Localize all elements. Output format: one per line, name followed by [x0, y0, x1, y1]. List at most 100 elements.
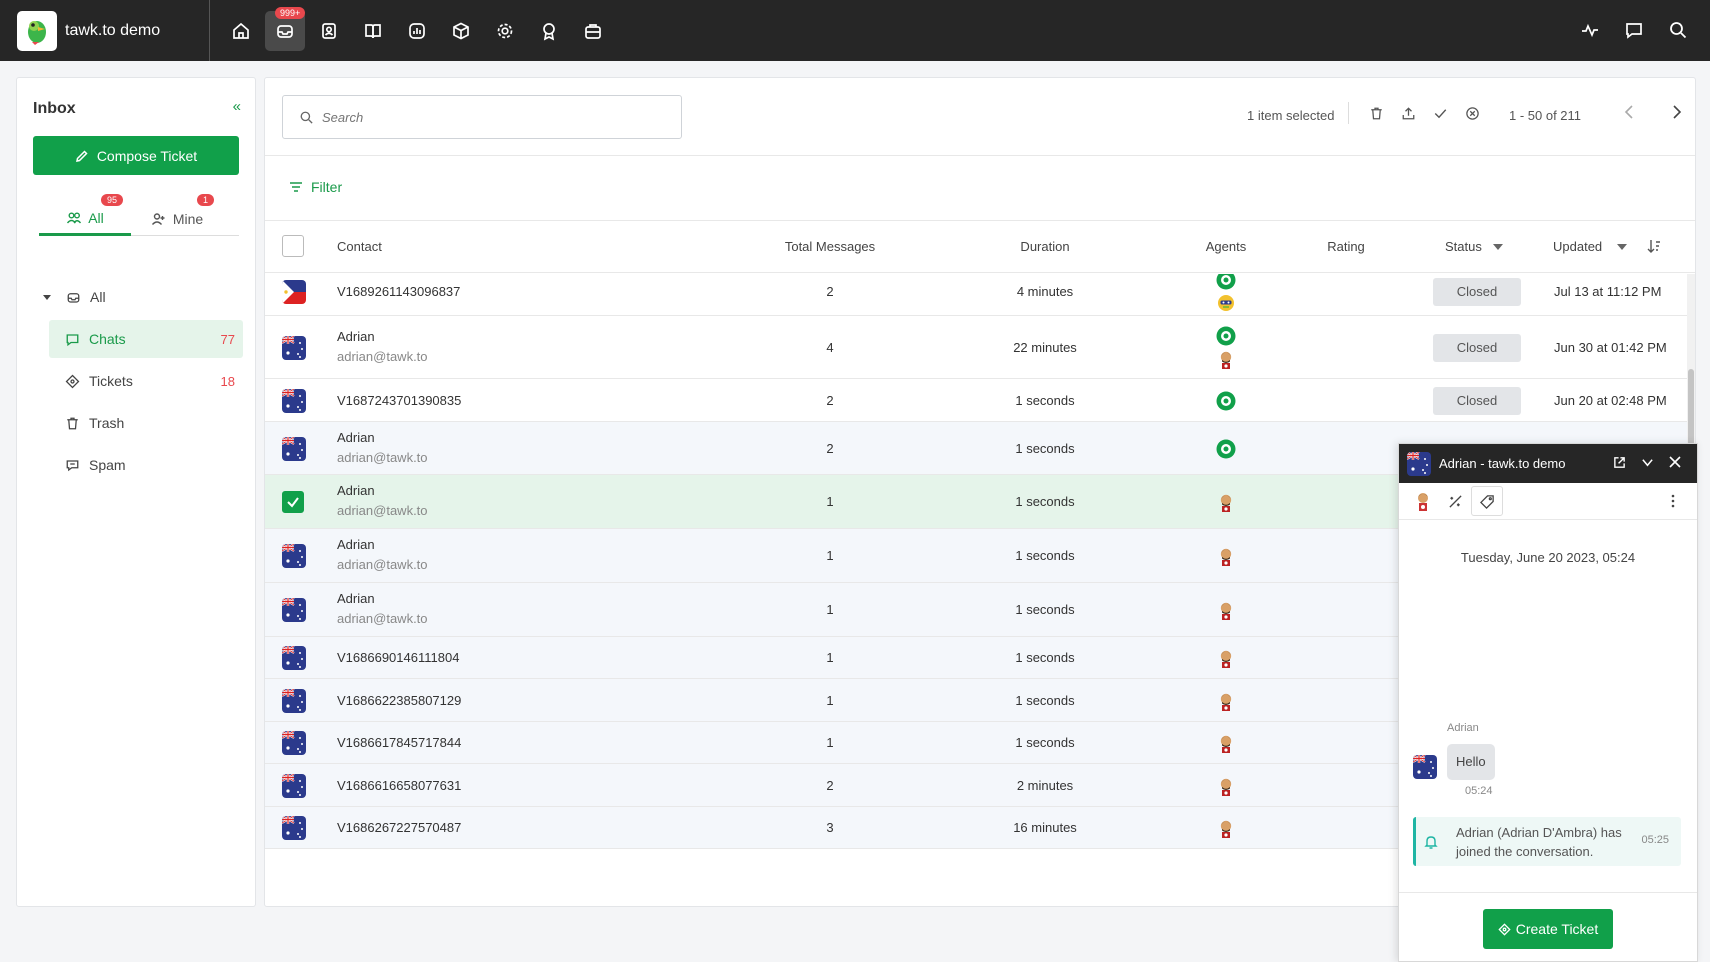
close-conversation-button[interactable] — [1456, 106, 1488, 121]
chevron-right-icon — [1673, 105, 1682, 119]
prev-page-button[interactable] — [1605, 104, 1653, 120]
system-message-text: Adrian (Adrian D'Ambra) has joined the c… — [1456, 825, 1622, 859]
column-rating[interactable]: Rating — [1327, 239, 1365, 254]
table-row[interactable]: Adrian adrian@tawk.to 4 22 minutes Closed Jun… — [265, 316, 1695, 379]
activity-button[interactable] — [1570, 10, 1610, 50]
contact-name: Adrian — [337, 429, 375, 445]
export-button[interactable] — [1392, 106, 1424, 121]
filter-button[interactable]: Filter — [289, 179, 342, 195]
nav-awards-button[interactable] — [529, 11, 569, 51]
toolbar-divider — [1348, 102, 1349, 124]
chat-window: Adrian - tawk.to demo Tuesday, June 20 2… — [1398, 443, 1698, 962]
divider — [265, 155, 1695, 156]
duration: 1 seconds — [1015, 440, 1075, 456]
total-messages: 2 — [826, 440, 834, 456]
nav-settings-button[interactable] — [485, 11, 525, 51]
nav-marketplace-button[interactable] — [573, 11, 613, 51]
agent-avatar-icon — [1216, 776, 1236, 796]
next-page-button[interactable] — [1653, 104, 1695, 120]
row-checkbox[interactable] — [282, 491, 304, 513]
search-icon — [1670, 22, 1687, 39]
agent-avatar-icon — [1216, 293, 1236, 313]
collapse-sidebar-icon[interactable]: « — [233, 98, 241, 115]
folder-all[interactable]: All — [33, 278, 243, 316]
mark-resolved-button[interactable] — [1424, 106, 1456, 121]
award-icon — [543, 22, 555, 41]
message-sender: Adrian — [1447, 722, 1479, 734]
assignment-tabs: All 95 Mine 1 — [39, 194, 239, 236]
duration: 1 seconds — [1015, 735, 1075, 750]
brand[interactable]: tawk.to demo — [0, 0, 210, 61]
inbox-icon — [277, 24, 293, 38]
compose-ticket-button[interactable]: Compose Ticket — [33, 136, 239, 175]
australia-flag-icon — [282, 388, 306, 413]
contact-email: adrian@tawk.to — [337, 348, 428, 364]
bell-icon — [1424, 836, 1438, 849]
column-contact[interactable]: Contact — [337, 239, 382, 254]
magic-button[interactable] — [1439, 486, 1471, 516]
delete-button[interactable] — [1360, 106, 1392, 121]
popout-button[interactable] — [1605, 456, 1633, 469]
tab-mine-badge: 1 — [197, 194, 215, 206]
column-status[interactable]: Status — [1445, 239, 1482, 254]
chat-footer: Create Ticket — [1399, 892, 1697, 962]
tab-all[interactable]: All 95 — [39, 194, 131, 236]
message-bubble: Hello — [1447, 744, 1495, 780]
sidebar-title: Inbox — [33, 100, 76, 117]
system-message-time: 05:25 — [1641, 834, 1669, 846]
search-input[interactable] — [322, 109, 662, 125]
system-message: Adrian (Adrian D'Ambra) has joined the c… — [1413, 817, 1681, 866]
more-options-button[interactable] — [1657, 486, 1689, 516]
agent-avatar-icon — [1216, 648, 1236, 668]
status-badge: Closed — [1433, 278, 1521, 306]
folder-trash[interactable]: Trash — [49, 404, 243, 442]
table-row[interactable]: V1689261143096837 2 4 minutes Closed Jul 13 … — [265, 274, 1695, 316]
tab-mine[interactable]: Mine 1 — [131, 194, 223, 236]
total-messages: 1 — [826, 692, 834, 708]
folder-tickets-count: 18 — [220, 373, 235, 389]
duration: 1 seconds — [1015, 602, 1075, 617]
global-search-button[interactable] — [1658, 10, 1698, 50]
agent-avatar-icon — [1216, 349, 1236, 369]
chat-bubble-icon — [66, 333, 79, 346]
nav-knowledge-base-button[interactable] — [353, 11, 393, 51]
create-ticket-button[interactable]: Create Ticket — [1483, 909, 1613, 949]
table-row[interactable]: V1687243701390835 2 1 seconds Closed Jun 20 … — [265, 379, 1695, 422]
nav-inbox-button[interactable]: 999+ — [265, 6, 306, 51]
australia-flag-icon — [1407, 451, 1431, 476]
caret-down-icon[interactable] — [1617, 244, 1627, 250]
search-box[interactable] — [282, 95, 682, 139]
nav-contacts-button[interactable] — [309, 11, 349, 51]
status-badge: Closed — [1433, 386, 1521, 415]
column-total-messages[interactable]: Total Messages — [785, 239, 875, 254]
close-chat-button[interactable] — [1661, 456, 1689, 469]
column-agents[interactable]: Agents — [1206, 239, 1246, 254]
select-all-checkbox[interactable] — [282, 235, 304, 257]
chat-toolbar — [1399, 483, 1697, 520]
folder-chats[interactable]: Chats 77 — [49, 320, 243, 358]
cube-icon — [453, 22, 469, 39]
agent-avatar-icon — [1216, 439, 1236, 459]
status-badge: Closed — [1433, 333, 1521, 362]
column-updated[interactable]: Updated — [1553, 239, 1602, 254]
nav-home-button[interactable] — [221, 11, 261, 51]
minimize-button[interactable] — [1633, 456, 1661, 469]
main-nav: 999+ — [221, 6, 617, 51]
tag-button[interactable] — [1471, 486, 1503, 516]
folder-tickets[interactable]: Tickets 18 — [49, 362, 243, 400]
total-messages: 1 — [826, 735, 834, 750]
duration: 16 minutes — [1013, 820, 1077, 835]
australia-flag-icon — [282, 646, 306, 670]
duration: 1 seconds — [1015, 548, 1075, 563]
contact-name: V1686622385807129 — [337, 692, 462, 708]
contact-email: adrian@tawk.to — [337, 503, 428, 518]
caret-down-icon[interactable] — [1493, 244, 1503, 250]
nav-addons-button[interactable] — [441, 11, 481, 51]
agent-avatar[interactable] — [1407, 486, 1439, 516]
nav-reporting-button[interactable] — [397, 11, 437, 51]
chat-button[interactable] — [1614, 10, 1654, 50]
australia-flag-icon — [282, 816, 306, 840]
column-duration[interactable]: Duration — [1020, 239, 1069, 254]
folder-spam[interactable]: Spam — [49, 446, 243, 484]
sort-icon[interactable] — [1647, 238, 1661, 254]
